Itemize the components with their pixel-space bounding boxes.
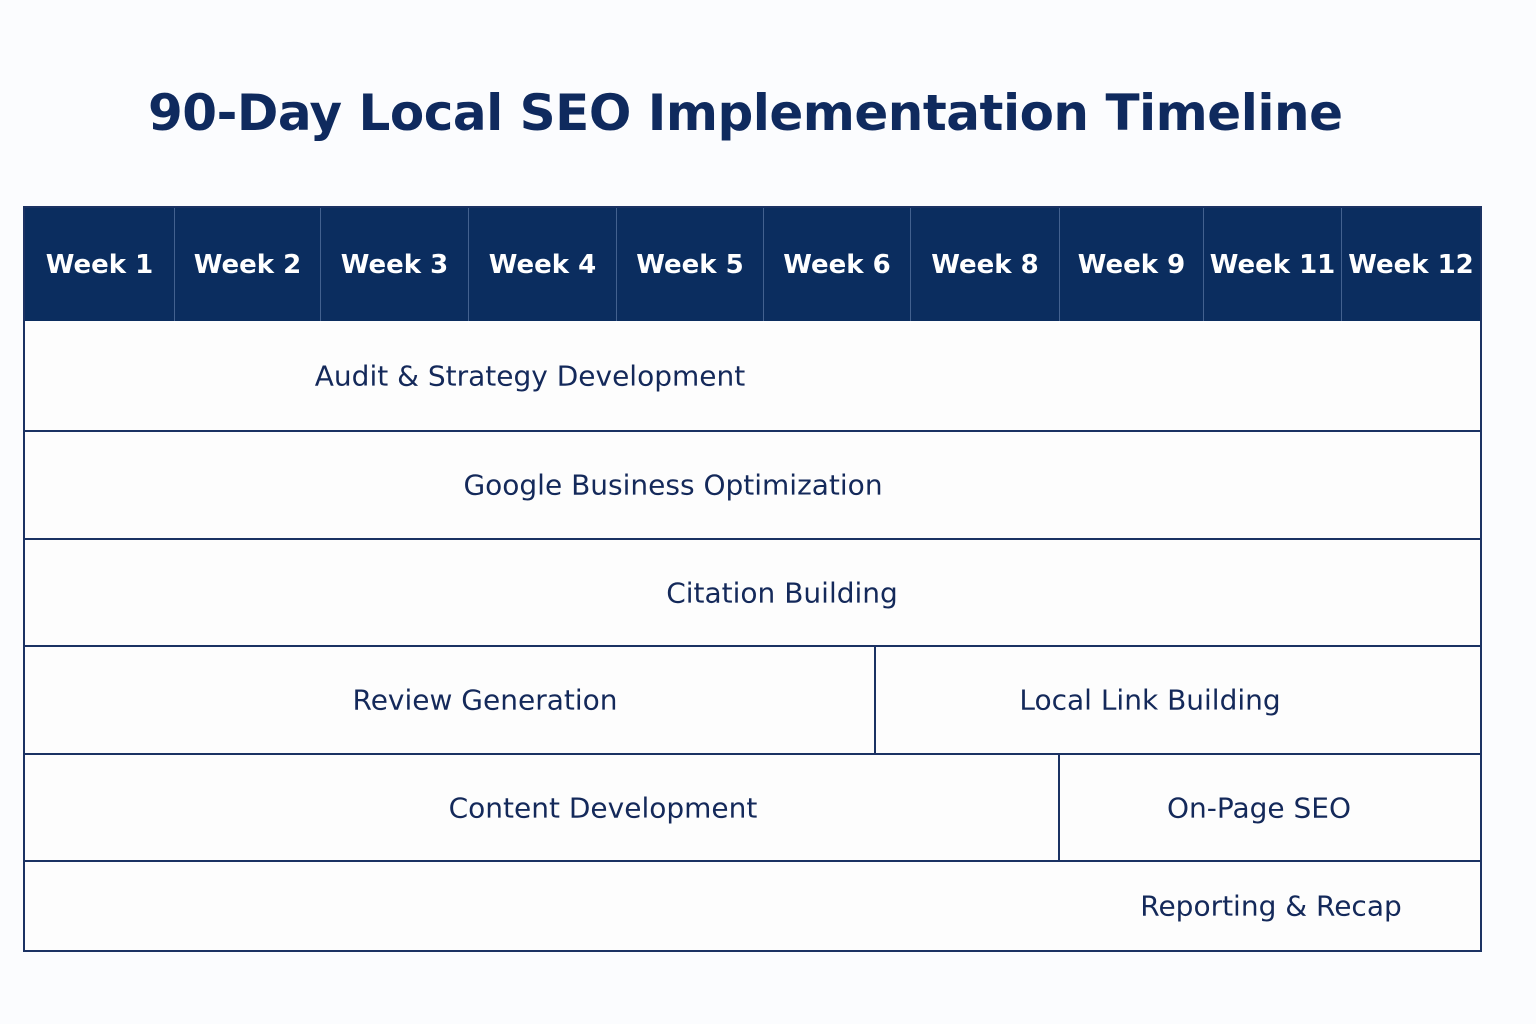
week-header-6: Week 6 [764, 208, 911, 321]
task-row-reporting: Reporting & Recap [25, 860, 1480, 950]
week-header-1: Week 1 [25, 208, 175, 321]
task-google-business-optimization: Google Business Optimization [463, 468, 883, 502]
week-header-12: Week 12 [1348, 249, 1474, 280]
task-reporting-recap: Reporting & Recap [1140, 889, 1402, 923]
task-row-citation: Citation Building [25, 538, 1480, 645]
task-on-page-seo: On-Page SEO [1166, 791, 1352, 824]
task-content-development: Content Development [448, 791, 758, 824]
task-row-review-link: Review Generation Local Link Building [25, 645, 1480, 753]
task-cell-on-page-seo: On-Page SEO [1058, 755, 1480, 860]
task-local-link-building: Local Link Building [1019, 683, 1281, 717]
task-row-content-onpage: Content Development On-Page SEO [25, 753, 1480, 860]
task-cell-review-generation: Review Generation [25, 647, 874, 753]
task-row-audit: Audit & Strategy Development [25, 321, 1480, 430]
week-header-2: Week 2 [175, 208, 321, 321]
task-audit-strategy: Audit & Strategy Development [314, 359, 746, 392]
task-cell-local-link-building: Local Link Building [874, 647, 1480, 753]
task-review-generation: Review Generation [352, 683, 618, 717]
week-header-3: Week 3 [321, 208, 469, 321]
task-citation-building: Citation Building [666, 576, 898, 609]
week-header-row: Week 1 Week 2 Week 3 Week 4 Week 5 Week … [25, 208, 1480, 321]
week-header-11: Week 11 [1204, 208, 1342, 321]
task-row-gbp: Google Business Optimization [25, 430, 1480, 538]
week-header-9: Week 9 [1060, 208, 1204, 321]
week-header-5: Week 5 [617, 208, 764, 321]
week-header-4: Week 4 [469, 208, 617, 321]
timeline-table: Week 1 Week 2 Week 3 Week 4 Week 5 Week … [23, 206, 1482, 952]
task-cell-content-development: Content Development [25, 755, 1058, 860]
page-title: 90-Day Local SEO Implementation Timeline [148, 84, 1343, 142]
week-header-8: Week 8 [911, 208, 1060, 321]
